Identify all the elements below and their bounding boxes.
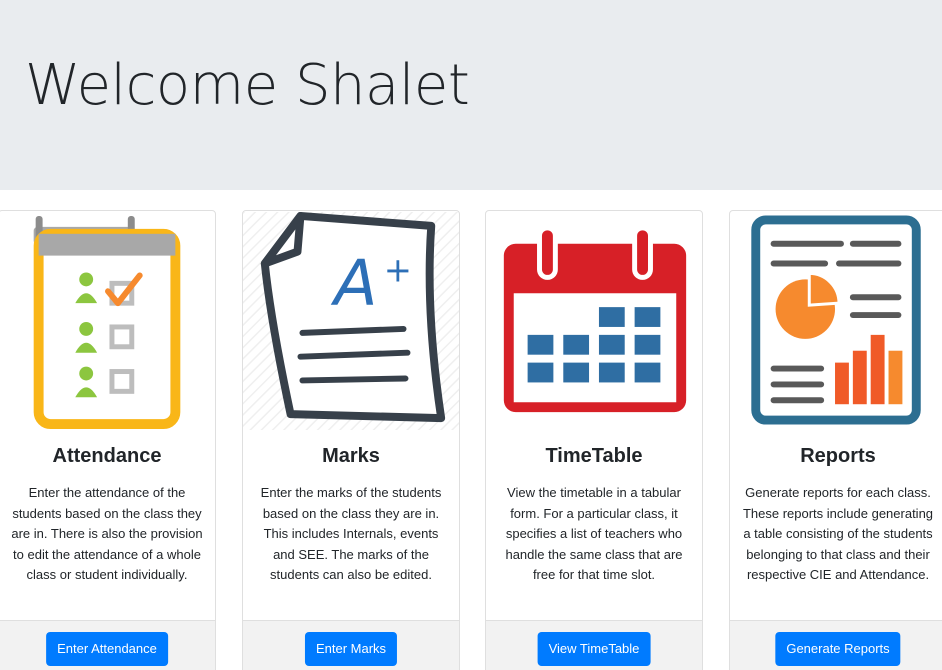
timetable-card: TimeTable View the timetable in a tabula… xyxy=(485,210,703,670)
attendance-card-text: Enter the attendance of the students bas… xyxy=(11,485,203,583)
reports-card-title: Reports xyxy=(800,445,876,467)
enter-marks-button[interactable]: Enter Marks xyxy=(304,632,398,666)
timetable-card-footer: View TimeTable xyxy=(486,620,702,670)
generate-reports-button[interactable]: Generate Reports xyxy=(775,632,901,666)
timetable-card-text: View the timetable in a tabular form. Fo… xyxy=(505,485,683,583)
reports-card-text: Generate reports for each class. These r… xyxy=(742,485,934,583)
attendance-card-footer: Enter Attendance xyxy=(0,620,215,670)
timetable-card-title: TimeTable xyxy=(545,445,643,467)
marks-card-text: Enter the marks of the students based on… xyxy=(260,485,442,583)
marks-card-title: Marks xyxy=(322,445,380,467)
view-timetable-button[interactable]: View TimeTable xyxy=(537,632,651,666)
svg-text:A: A xyxy=(330,246,377,320)
reports-card-footer: Generate Reports xyxy=(730,620,942,670)
calendar-icon xyxy=(486,211,702,431)
marks-paper-icon: A + xyxy=(243,211,459,431)
welcome-heading: Welcome Shalet xyxy=(25,53,470,118)
report-chart-icon xyxy=(730,211,942,431)
attendance-card: Attendance Enter the attendance of the s… xyxy=(0,210,216,670)
welcome-banner: Welcome Shalet xyxy=(0,0,942,190)
marks-card-footer: Enter Marks xyxy=(243,620,459,670)
svg-text:+: + xyxy=(384,250,412,289)
attendance-card-title: Attendance xyxy=(52,445,162,467)
reports-card: Reports Generate reports for each class.… xyxy=(729,210,942,670)
enter-attendance-button[interactable]: Enter Attendance xyxy=(46,632,168,666)
marks-card: A + Marks Enter the marks of the student… xyxy=(242,210,460,670)
attendance-clipboard-icon xyxy=(0,211,215,431)
